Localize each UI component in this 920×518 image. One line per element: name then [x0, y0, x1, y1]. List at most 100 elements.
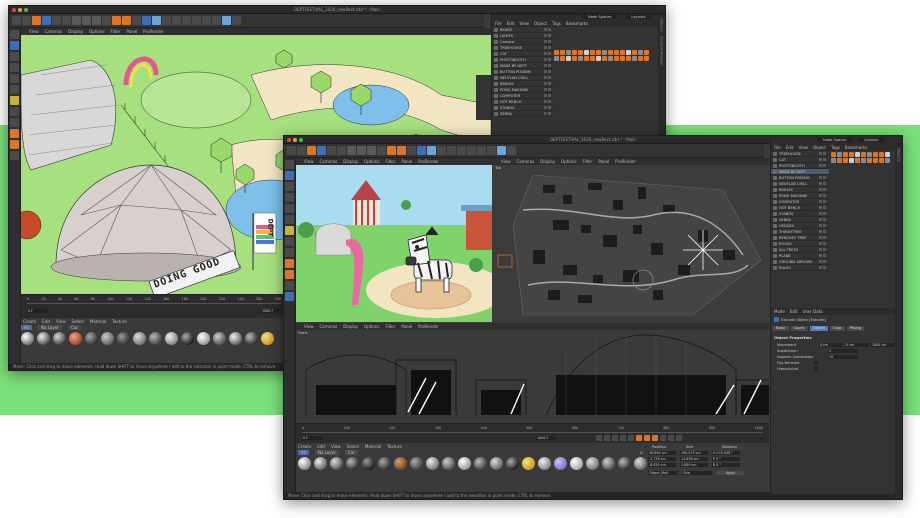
vp-menu-filter[interactable]: Filter: [385, 324, 395, 329]
scene-icon[interactable]: [477, 146, 486, 155]
flip-normals-checkbox[interactable]: [814, 361, 818, 365]
material-swatch[interactable]: [554, 457, 567, 470]
material-swatch[interactable]: [442, 457, 455, 470]
coord-size-z[interactable]: 1.889 cm: [680, 463, 708, 467]
material-swatch[interactable]: [506, 457, 519, 470]
mat-menu-texture[interactable]: Texture: [387, 444, 402, 449]
coord-apply-button[interactable]: Apply: [716, 471, 744, 475]
vp-menu-prorender[interactable]: ProRender: [615, 159, 636, 164]
filter-all[interactable]: All: [298, 450, 309, 455]
coord-rot-h[interactable]: H 270.048 °: [712, 451, 740, 455]
position-key-icon[interactable]: [660, 435, 666, 441]
solo-icon[interactable]: [285, 281, 294, 290]
filter-car[interactable]: Car: [344, 450, 358, 455]
nurbs-icon[interactable]: [437, 146, 446, 155]
vp-menu-view[interactable]: View: [304, 159, 314, 164]
visibility-toggle-icon[interactable]: [819, 266, 826, 269]
om-menu-bookmarks[interactable]: Bookmarks: [845, 145, 867, 150]
visibility-toggle-icon[interactable]: [544, 88, 551, 91]
attr-tab-object[interactable]: Object: [810, 326, 828, 331]
vp-menu-panel[interactable]: Panel: [401, 324, 412, 329]
material-swatch[interactable]: [410, 457, 423, 470]
workplane-icon[interactable]: [285, 259, 294, 268]
vp-menu-view[interactable]: View: [501, 159, 511, 164]
nurbs-icon[interactable]: [162, 16, 171, 25]
visibility-toggle-icon[interactable]: [544, 34, 551, 37]
visibility-toggle-icon[interactable]: [819, 170, 826, 173]
material-swatch[interactable]: [458, 457, 471, 470]
texture-mode-icon[interactable]: [285, 182, 294, 191]
visibility-toggle-icon[interactable]: [544, 82, 551, 85]
prev-key-icon[interactable]: [604, 435, 610, 441]
mat-menu-view[interactable]: View: [331, 444, 341, 449]
coord-system-icon[interactable]: [377, 146, 386, 155]
material-swatch[interactable]: [69, 332, 82, 345]
vp-menu-display[interactable]: Display: [68, 29, 83, 34]
light-icon[interactable]: [497, 146, 506, 155]
visibility-toggle-icon[interactable]: [544, 100, 551, 103]
material-swatch[interactable]: [474, 457, 487, 470]
material-swatch[interactable]: [133, 332, 146, 345]
coord-size-x[interactable]: 190.073 cm: [680, 451, 708, 455]
array-icon[interactable]: [447, 146, 456, 155]
vp-menu-filter[interactable]: Filter: [582, 159, 592, 164]
visibility-toggle-icon[interactable]: [544, 106, 551, 109]
visibility-toggle-icon[interactable]: [819, 236, 826, 239]
om-menu-edit[interactable]: Edit: [786, 145, 794, 150]
material-swatch[interactable]: [165, 332, 178, 345]
visibility-toggle-icon[interactable]: [819, 248, 826, 251]
x-axis-icon[interactable]: [72, 16, 81, 25]
om-menu-bookmarks[interactable]: Bookmarks: [566, 21, 588, 26]
visibility-toggle-icon[interactable]: [819, 206, 826, 209]
om-menu-object[interactable]: Object: [813, 145, 826, 150]
scale-icon[interactable]: [327, 146, 336, 155]
visibility-toggle-icon[interactable]: [819, 224, 826, 227]
vp-menu-options[interactable]: Options: [364, 159, 379, 164]
coord-size-y[interactable]: 14.638 cm: [680, 457, 708, 461]
visibility-toggle-icon[interactable]: [819, 188, 826, 191]
cube-icon[interactable]: [142, 16, 151, 25]
vp-menu-options[interactable]: Options: [364, 324, 379, 329]
material-swatch[interactable]: [37, 332, 50, 345]
field-icon[interactable]: [192, 16, 201, 25]
z-axis-icon[interactable]: [367, 146, 376, 155]
deformer-icon[interactable]: [182, 16, 191, 25]
front-node-spaces[interactable]: Node Spaces: [817, 138, 853, 142]
front-ortho-viewport[interactable]: Front: [296, 330, 769, 423]
coord-pos-z[interactable]: -6.835 cm: [648, 463, 676, 467]
move-icon[interactable]: [42, 16, 51, 25]
material-swatch[interactable]: [229, 332, 242, 345]
vp-menu-panel[interactable]: Panel: [126, 29, 137, 34]
render-settings-icon[interactable]: [132, 16, 141, 25]
keyframe-selection-icon[interactable]: [652, 435, 658, 441]
visibility-toggle-icon[interactable]: [819, 254, 826, 257]
isoparm-field[interactable]: 10: [828, 355, 858, 359]
mat-menu-texture[interactable]: Texture: [112, 319, 127, 324]
visibility-toggle-icon[interactable]: [819, 158, 826, 161]
tweak-icon[interactable]: [10, 107, 19, 116]
movement-x-field[interactable]: 0 cm: [819, 343, 843, 347]
object-row[interactable]: ZEBRA: [492, 111, 554, 117]
model-mode-icon[interactable]: [10, 41, 19, 50]
vp-menu-view[interactable]: View: [29, 29, 39, 34]
om-menu-edit[interactable]: Edit: [507, 21, 515, 26]
material-swatch[interactable]: [85, 332, 98, 345]
lock-workplane-icon[interactable]: [10, 140, 19, 149]
hierarchical-checkbox[interactable]: [814, 367, 818, 371]
camera-icon[interactable]: [487, 146, 496, 155]
material-swatch[interactable]: [538, 457, 551, 470]
front-end-frame-field[interactable]: 1000 F: [536, 436, 556, 440]
coord-system-icon[interactable]: [102, 16, 111, 25]
material-swatch[interactable]: [213, 332, 226, 345]
vp-menu-prorender[interactable]: ProRender: [418, 159, 439, 164]
vp-menu-panel[interactable]: Panel: [401, 159, 412, 164]
camera-icon[interactable]: [212, 16, 221, 25]
visibility-toggle-icon[interactable]: [544, 28, 551, 31]
visibility-toggle-icon[interactable]: [544, 112, 551, 115]
visibility-toggle-icon[interactable]: [819, 218, 826, 221]
material-swatch[interactable]: [53, 332, 66, 345]
axis-mode-icon[interactable]: [285, 226, 294, 235]
filter-car[interactable]: Car: [67, 325, 81, 330]
render-picture-icon[interactable]: [122, 16, 131, 25]
tweak-icon[interactable]: [285, 237, 294, 246]
